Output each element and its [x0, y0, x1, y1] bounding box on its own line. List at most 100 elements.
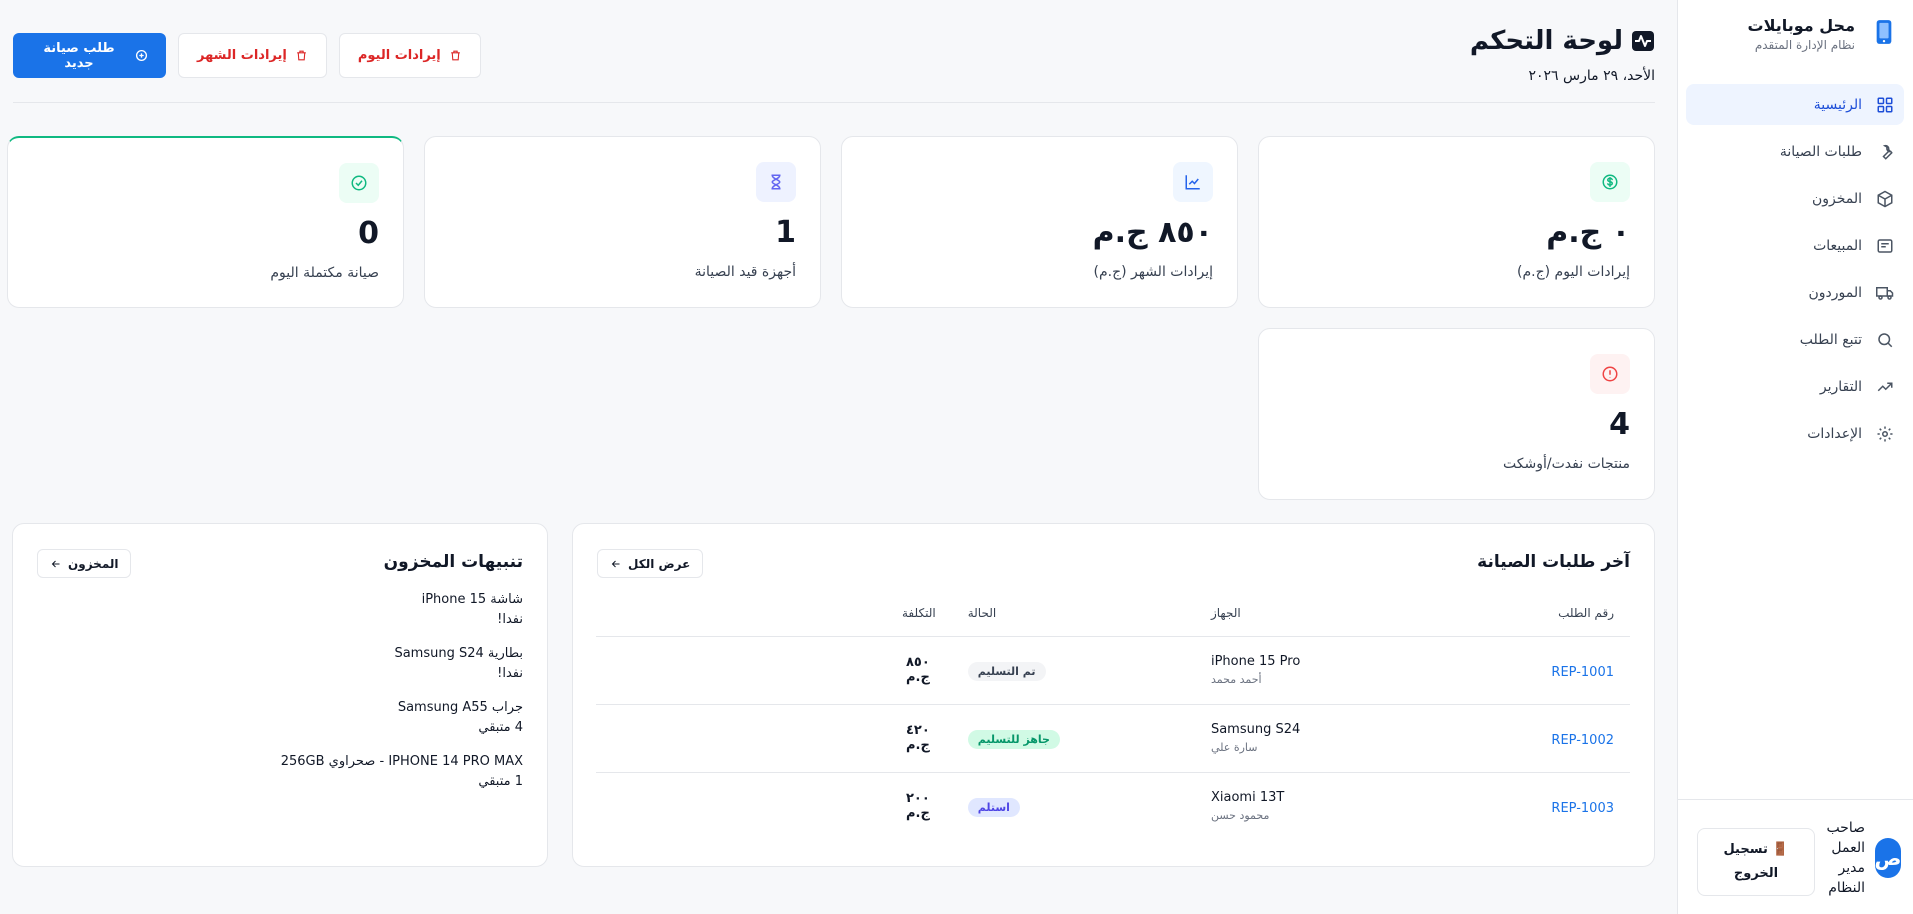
- repairs-table: رقم الطلب الجهاز الحالة التكلفة REP-1001…: [596, 590, 1630, 840]
- alert-stock-status: نفدا!: [497, 612, 523, 627]
- new-repair-button[interactable]: طلب صيانة جديد: [13, 33, 166, 78]
- table-row[interactable]: REP-1003 Xiaomi 13T محمود حسن استلم ٢٠٠ ج…: [596, 772, 1630, 840]
- sidebar-item-suppliers[interactable]: الموردون: [1686, 272, 1904, 313]
- alert-product-name: شاشة iPhone 15: [421, 592, 523, 607]
- column-header: الحالة: [951, 590, 1195, 637]
- hourglass-icon: [756, 162, 796, 202]
- logout-button[interactable]: 🚪 تسجيل الخروج: [1697, 828, 1815, 896]
- view-all-button[interactable]: عرض الكل: [597, 549, 704, 578]
- inventory-alerts-title: تنبيهات المخزون: [383, 552, 523, 572]
- page-title: لوحة التحكم: [1469, 26, 1623, 56]
- cost-value: ٤٢٠ ج.م: [596, 704, 952, 773]
- request-id-link[interactable]: REP-1003: [1551, 801, 1614, 816]
- alert-product-name: IPHONE 14 PRO MAX - صحراوي 256GB: [280, 754, 523, 769]
- stat-value: ٨٥٠ ج.م: [1092, 215, 1213, 250]
- stat-card-in-repair: 1 أجهزة قيد الصيانة: [424, 136, 821, 308]
- arrow-left-icon: [50, 558, 62, 570]
- request-id-link[interactable]: REP-1001: [1551, 665, 1614, 680]
- header-divider: [13, 102, 1655, 103]
- cost-value: ٢٠٠ ج.م: [906, 791, 930, 822]
- alert-product-name: جراب Samsung A55: [397, 700, 523, 715]
- stat-label: إيرادات اليوم (ج.م): [1517, 264, 1630, 280]
- user-name: صاحب العمل: [1826, 820, 1865, 856]
- list-item: شاشة iPhone 15 نفدا!: [35, 590, 523, 630]
- trash-icon: [449, 49, 462, 62]
- alerts-list: شاشة iPhone 15 نفدا! بطارية Samsung S24 …: [35, 590, 523, 806]
- sidebar-item-label: الإعدادات: [1807, 425, 1862, 442]
- sidebar-item-label: المخزون: [1811, 190, 1862, 207]
- sidebar-item-label: الرئيسية: [1813, 96, 1862, 113]
- alert-stock-status: 4 متبقي: [478, 720, 523, 735]
- recent-repairs-title: آخر طلبات الصيانة: [1477, 552, 1630, 572]
- table-header-row: رقم الطلب الجهاز الحالة التكلفة: [596, 590, 1630, 637]
- sidebar-item-label: تتبع الطلب: [1799, 331, 1862, 348]
- search-icon: [1876, 331, 1894, 349]
- page-header: لوحة التحكم: [1470, 26, 1655, 56]
- recent-repairs-panel: آخر طلبات الصيانة عرض الكل رقم الطلب الج…: [572, 523, 1655, 867]
- customer-name: أحمد محمد: [1210, 673, 1262, 686]
- device-name: Xiaomi 13T: [1210, 790, 1285, 806]
- column-header: الجهاز: [1194, 590, 1438, 637]
- sidebar-item-home[interactable]: الرئيسية: [1686, 84, 1904, 125]
- stat-label: أجهزة قيد الصيانة: [694, 264, 796, 280]
- customer-name: سارة علي: [1210, 741, 1258, 754]
- stat-card-month-revenue: ٨٥٠ ج.م إيرادات الشهر (ج.م): [841, 136, 1238, 308]
- stat-label: منتجات نفدت/أوشكت: [1503, 456, 1630, 472]
- table-row[interactable]: REP-1001 iPhone 15 Pro أحمد محمد تم التسل…: [596, 636, 1630, 705]
- device-name: iPhone 15 Pro: [1210, 654, 1301, 669]
- page-date: الأحد، ٢٩ مارس ٢٠٢٦: [1528, 68, 1656, 84]
- dollar-icon: [1590, 162, 1630, 202]
- table-row[interactable]: REP-1002 Samsung S24 سارة علي جاهز للتسلي…: [596, 704, 1630, 773]
- sidebar-footer: ص صاحب العمل مدير النظام 🚪 تسجيل الخروج: [1677, 799, 1913, 914]
- inventory-alerts-panel: تنبيهات المخزون المخزون شاشة iPhone 15 ن…: [12, 523, 548, 867]
- sidebar-item-sales[interactable]: المبيعات: [1686, 225, 1904, 266]
- brand: محل موبايلات نظام الإدارة المتقدم: [1696, 16, 1895, 56]
- sidebar-nav: الرئيسية طلبات الصيانة المخزون المبيعات …: [1686, 84, 1904, 460]
- view-all-label: عرض الكل: [628, 556, 691, 571]
- status-badge: استلم: [967, 797, 1020, 817]
- month-revenue-button[interactable]: إيرادات الشهر: [178, 33, 327, 78]
- cost-value: ٨٥٠ ج.م: [596, 636, 952, 705]
- sidebar-item-reports[interactable]: التقارير: [1686, 366, 1904, 407]
- device-name: Samsung S24: [1210, 722, 1301, 737]
- stat-card-out-of-stock: 4 منتجات نفدت/أوشكت: [1258, 328, 1655, 500]
- stat-value: 4: [1609, 407, 1630, 442]
- status-badge: تم التسليم: [967, 661, 1046, 681]
- logout-label: تسجيل الخروج: [1723, 842, 1779, 881]
- wrench-icon: [1876, 143, 1894, 161]
- sidebar-item-inventory[interactable]: المخزون: [1686, 178, 1904, 219]
- status-badge: جاهز للتسليم: [967, 729, 1060, 749]
- column-header: التكلفة: [596, 590, 952, 637]
- sidebar-item-label: الموردون: [1808, 284, 1862, 301]
- alert-product-name: بطارية Samsung S24: [394, 646, 523, 661]
- truck-icon: [1876, 284, 1894, 302]
- brand-title: محل موبايلات: [1747, 16, 1855, 35]
- main-content: لوحة التحكم الأحد، ٢٩ مارس ٢٠٢٦ طلب صيان…: [0, 0, 1677, 914]
- sidebar-item-label: طلبات الصيانة: [1779, 143, 1862, 160]
- today-revenue-button[interactable]: إيرادات اليوم: [338, 33, 481, 78]
- arrow-left-icon: [610, 558, 622, 570]
- list-item: بطارية Samsung S24 نفدا!: [35, 644, 523, 684]
- request-id-link[interactable]: REP-1002: [1551, 733, 1614, 748]
- gear-icon: [1876, 425, 1894, 443]
- stat-value: 0: [358, 216, 379, 251]
- new-repair-label: طلب صيانة جديد: [43, 40, 115, 71]
- column-header: رقم الطلب: [1437, 590, 1630, 637]
- list-item: IPHONE 14 PRO MAX - صحراوي 256GB 1 متبقي: [35, 752, 523, 792]
- inventory-link-label: المخزون: [68, 556, 119, 571]
- sidebar-item-repairs[interactable]: طلبات الصيانة: [1686, 131, 1904, 172]
- trend-icon: [1876, 378, 1894, 396]
- sidebar-item-track[interactable]: تتبع الطلب: [1686, 319, 1904, 360]
- check-circle-icon: [339, 163, 379, 203]
- brand-subtitle: نظام الإدارة المتقدم: [1754, 38, 1855, 52]
- alert-circle-icon: [1590, 354, 1630, 394]
- inventory-link-button[interactable]: المخزون: [37, 549, 132, 578]
- sidebar: محل موبايلات نظام الإدارة المتقدم الرئيس…: [1677, 0, 1913, 914]
- stat-label: إيرادات الشهر (ج.م): [1093, 264, 1213, 280]
- door-icon: 🚪: [1772, 842, 1789, 857]
- sidebar-item-settings[interactable]: الإعدادات: [1686, 413, 1904, 454]
- plus-circle-icon: [135, 49, 148, 62]
- sidebar-item-label: المبيعات: [1813, 237, 1862, 254]
- stat-card-today-revenue: ٠ ج.م إيرادات اليوم (ج.م): [1258, 136, 1655, 308]
- stat-label: صيانة مكتملة اليوم: [270, 265, 379, 281]
